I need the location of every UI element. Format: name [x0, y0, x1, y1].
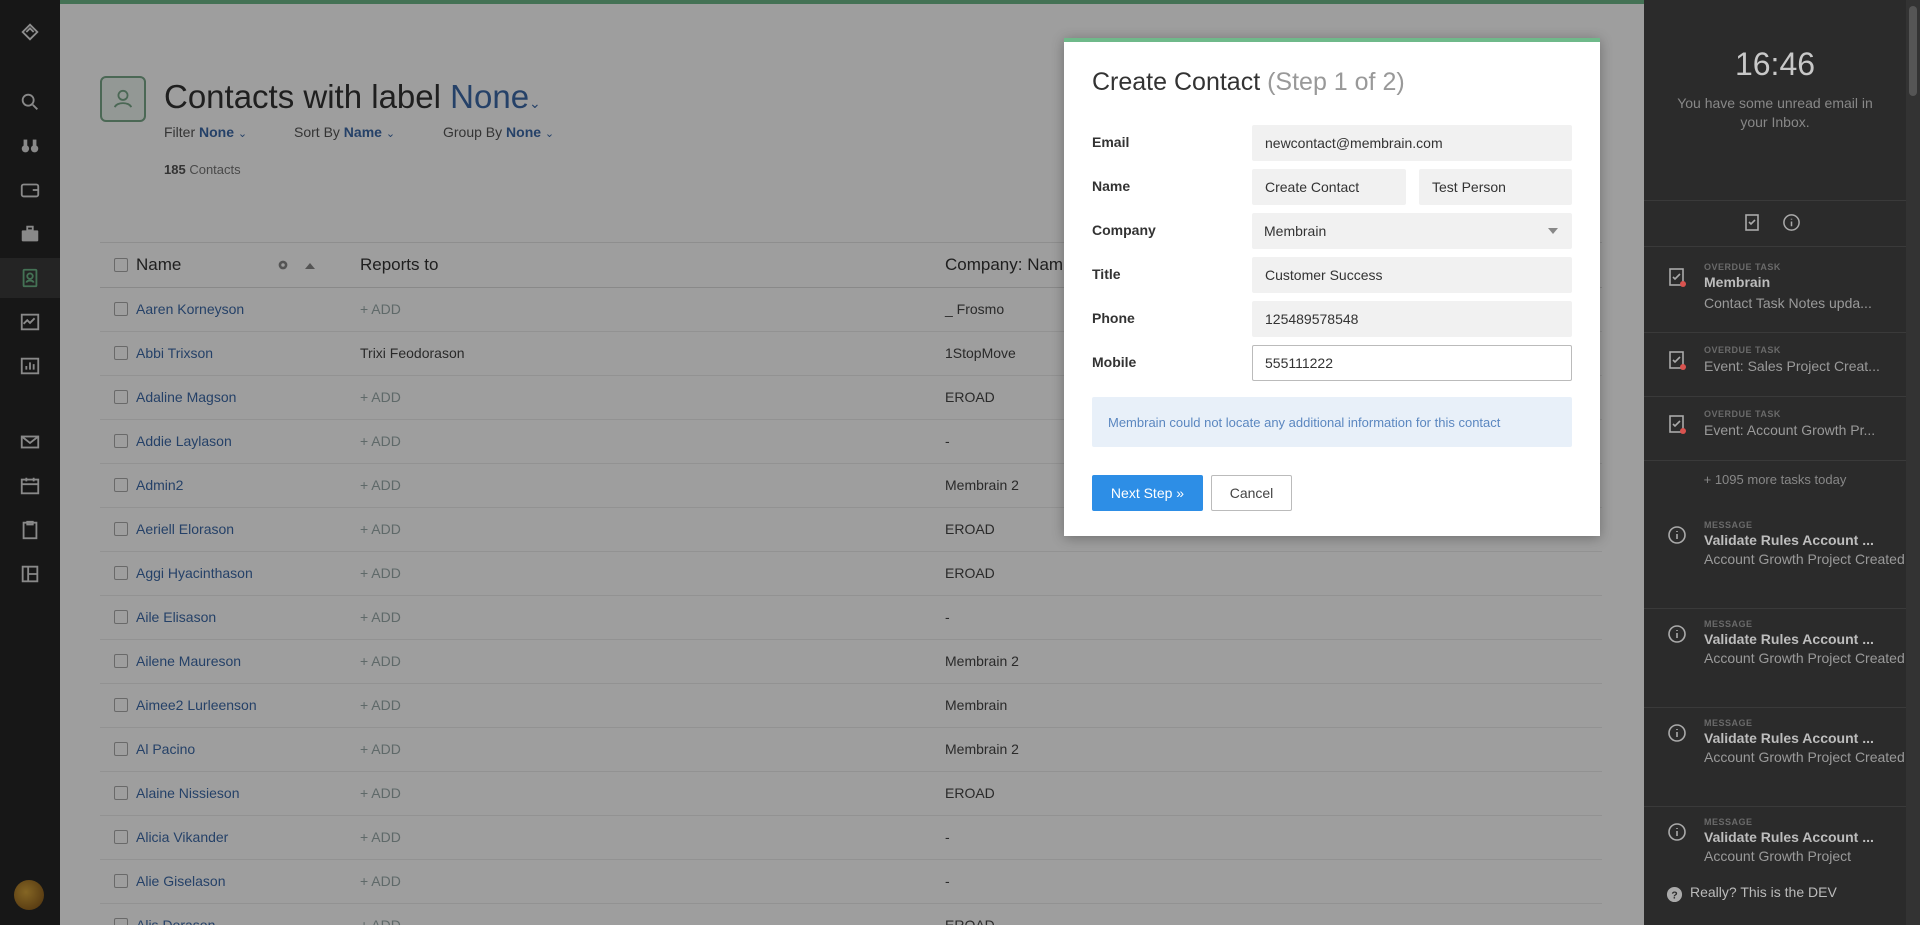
divider: [1644, 396, 1906, 397]
divider: [1644, 608, 1906, 609]
divider: [1644, 200, 1906, 201]
title-label: Title: [1092, 266, 1121, 282]
phone-label: Phone: [1092, 310, 1135, 326]
info-icon: [1668, 724, 1686, 742]
company-label: Company: [1092, 222, 1156, 238]
info-icon: [1668, 823, 1686, 841]
scrollbar-thumb[interactable]: [1909, 6, 1917, 96]
dialog-step-indicator: (Step 1 of 2): [1267, 68, 1405, 96]
mobile-field[interactable]: [1252, 345, 1572, 381]
dialog-title: Create Contact (Step 1 of 2): [1092, 68, 1405, 97]
overdue-task-icon: [1669, 351, 1686, 370]
right-panel: 16:46 You have some unread email in your…: [1644, 0, 1920, 925]
message-kind: MESSAGE: [1704, 619, 1753, 629]
task-kind: OVERDUE TASK: [1704, 409, 1781, 419]
message-detail: Account Growth Project Created: [1704, 749, 1905, 765]
divider: [1644, 246, 1906, 247]
divider: [1644, 460, 1906, 461]
task-kind: OVERDUE TASK: [1704, 345, 1781, 355]
last-name-field[interactable]: [1419, 169, 1572, 205]
overdue-task-icon: [1669, 415, 1686, 434]
help-icon[interactable]: ?: [1666, 886, 1683, 906]
task-title: Membrain: [1704, 274, 1771, 290]
first-name-field[interactable]: [1252, 169, 1406, 205]
message-kind: MESSAGE: [1704, 520, 1753, 530]
dialog-title-text: Create Contact: [1092, 68, 1261, 96]
phone-field[interactable]: [1252, 301, 1572, 337]
task-kind: OVERDUE TASK: [1704, 262, 1781, 272]
message-detail: Account Growth Project Created: [1704, 650, 1905, 666]
svg-text:?: ?: [1671, 890, 1677, 901]
create-contact-dialog: Create Contact (Step 1 of 2) Email Name …: [1064, 38, 1600, 536]
more-tasks-link[interactable]: + 1095 more tasks today: [1644, 472, 1906, 487]
divider: [1644, 707, 1906, 708]
message-detail: Account Growth Project Created: [1704, 551, 1905, 567]
company-select-value: Membrain: [1264, 223, 1327, 239]
task-detail: Contact Task Notes upda...: [1704, 295, 1872, 311]
info-tab-icon[interactable]: [1782, 213, 1801, 235]
mobile-label: Mobile: [1092, 354, 1137, 370]
lookup-info-message: Membrain could not locate any additional…: [1092, 397, 1572, 447]
company-select[interactable]: Membrain: [1252, 213, 1572, 249]
task-detail: Event: Account Growth Pr...: [1704, 422, 1876, 438]
message-title: Validate Rules Account ...: [1704, 532, 1874, 548]
next-step-button[interactable]: Next Step »: [1092, 475, 1203, 511]
info-icon: [1668, 625, 1686, 643]
message-kind: MESSAGE: [1704, 718, 1753, 728]
dropdown-arrow-icon: [1548, 228, 1558, 234]
clock-time: 16:46: [1734, 46, 1816, 82]
unread-email-notice[interactable]: You have some unread email in your Inbox…: [1664, 94, 1886, 132]
name-label: Name: [1092, 178, 1131, 194]
overdue-task-icon: [1669, 268, 1686, 287]
message-kind: MESSAGE: [1704, 817, 1753, 827]
message-detail: Account Growth Project: [1704, 848, 1852, 864]
tasks-tab-icon[interactable]: [1742, 212, 1762, 235]
message-title: Validate Rules Account ...: [1704, 730, 1874, 746]
title-field[interactable]: [1252, 257, 1572, 293]
cancel-button[interactable]: Cancel: [1211, 475, 1292, 511]
email-field[interactable]: [1252, 125, 1572, 161]
task-detail: Event: Sales Project Creat...: [1704, 358, 1880, 374]
message-title: Validate Rules Account ...: [1704, 829, 1874, 845]
message-title: Validate Rules Account ...: [1704, 631, 1874, 647]
email-label: Email: [1092, 134, 1130, 150]
divider: [1644, 332, 1906, 333]
scrollbar[interactable]: [1906, 0, 1920, 925]
divider: [1644, 806, 1906, 807]
info-icon: [1668, 526, 1686, 544]
dev-environment-notice: Really? This is the DEV: [1690, 884, 1837, 900]
